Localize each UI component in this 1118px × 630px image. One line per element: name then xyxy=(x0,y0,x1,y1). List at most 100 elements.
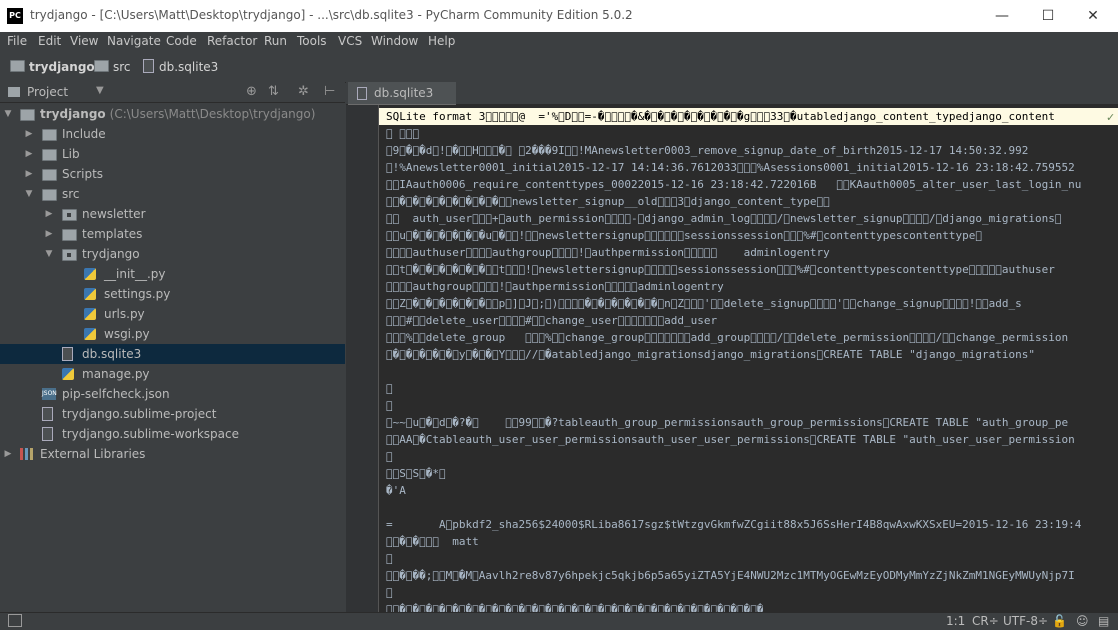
tree-item-label: pip-selfcheck.json xyxy=(62,387,170,401)
tree-item[interactable]: ▶ Lib xyxy=(0,144,345,164)
tree-item[interactable]: ▶ newsletter xyxy=(0,204,345,224)
menu-vcs[interactable]: VCS xyxy=(338,34,362,48)
code-line:   Z � � � � � �  p ] J ; )    � � � � � … xyxy=(386,297,1022,310)
code-line:  !%Anewsletter0001_initial2015-12-17 14:… xyxy=(386,161,1075,174)
database-file-icon xyxy=(143,59,154,73)
project-panel-title[interactable]: Project xyxy=(27,85,68,99)
menu-window[interactable]: Window xyxy=(371,34,418,48)
editor-tab-label: db.sqlite3 xyxy=(374,86,434,100)
breadcrumb-project[interactable]: trydjango xyxy=(10,59,95,75)
maximize-button[interactable]: ☐ xyxy=(1028,4,1068,28)
lock-icon[interactable]: 🔓 xyxy=(1052,614,1067,628)
tree-item[interactable]: ▶ External Libraries xyxy=(0,444,345,464)
locate-file-icon[interactable]: ⊕ xyxy=(246,84,257,99)
menu-tools[interactable]: Tools xyxy=(297,34,327,48)
python-file-icon xyxy=(84,288,96,300)
folder-icon xyxy=(62,229,77,241)
menu-help[interactable]: Help xyxy=(428,34,455,48)
project-icon xyxy=(8,87,20,97)
close-button[interactable]: ✕ xyxy=(1073,4,1113,28)
file-encoding[interactable]: UTF-8÷ xyxy=(1003,614,1048,628)
expand-arrow-icon[interactable]: ▼ xyxy=(24,184,34,204)
expand-arrow-icon[interactable]: ▼ xyxy=(44,244,54,264)
tree-item[interactable]: ▶ Scripts xyxy=(0,164,345,184)
event-log-icon[interactable]: ▤ xyxy=(1098,614,1109,628)
collapse-arrow-icon[interactable]: ▶ xyxy=(3,444,13,464)
python-file-icon xyxy=(62,368,74,380)
tree-item[interactable]: ▶ Include xyxy=(0,124,345,144)
gear-icon[interactable]: ✲ xyxy=(298,84,309,99)
folder-icon xyxy=(42,129,57,141)
tree-item[interactable]: ▼ trydjango (C:\Users\Matt\Desktop\trydjan… xyxy=(0,104,345,124)
tree-item[interactable]: trydjango.sublime-project xyxy=(0,404,345,424)
title-bar: PC trydjango - [C:\Users\Matt\Desktop\tr… xyxy=(0,0,1118,32)
tree-item[interactable]: ▼ trydjango xyxy=(0,244,345,264)
code-line:   xyxy=(386,399,393,412)
folder-icon xyxy=(42,189,57,201)
tree-item[interactable]: wsgi.py xyxy=(0,324,345,344)
editor-tab-bar: db.sqlite3 xyxy=(346,82,1118,106)
hide-panel-icon[interactable]: ⊢ xyxy=(324,84,335,99)
editor-content[interactable]: SQLite format 3  @ ='% D  =-�    �&� … xyxy=(346,105,1118,612)
code-line:   AA �Ctableauth_user_user_permissionsau… xyxy=(386,433,1075,446)
tree-item[interactable]: urls.py xyxy=(0,304,345,324)
code-line:  � � � � � y � � Y   // �atabledjango_mi… xyxy=(386,348,1036,361)
collapse-arrow-icon[interactable]: ▶ xyxy=(24,144,34,164)
tree-item[interactable]: trydjango.sublime-workspace xyxy=(0,424,345,444)
menu-run[interactable]: Run xyxy=(264,34,287,48)
text-file-icon xyxy=(42,407,53,421)
code-line:   xyxy=(386,450,393,463)
code-line:   � � � � � � � �  newsletter_signup__ol… xyxy=(386,195,830,208)
collapse-arrow-icon[interactable]: ▶ xyxy=(24,164,34,184)
code-line:    auth_user   + auth_permission    - dj… xyxy=(386,212,1062,225)
tree-item[interactable]: ▼ src xyxy=(0,184,345,204)
menu-edit[interactable]: Edit xyxy=(38,34,61,48)
tree-item[interactable]: JSON pip-selfcheck.json xyxy=(0,384,345,404)
folder-icon xyxy=(10,60,25,72)
inspector-icon[interactable]: ☺ xyxy=(1076,614,1089,628)
code-line: = A pbkdf2_sha256$24000$RLiba8617sgz$tWt… xyxy=(386,518,1082,531)
code-line:   � � � � � � � � � � � � � � � � � � � … xyxy=(386,603,764,612)
breadcrumb-db-file[interactable]: db.sqlite3 xyxy=(143,59,218,75)
code-line:  ~~ u � d �?�    99  �?tableauth_group_p… xyxy=(386,416,1069,429)
project-tool-window: Project ▼ ⊕ ⇅ ✲ ⊢ ▼ trydjango (C:\Users\Ma… xyxy=(0,82,345,612)
code-line: �'A xyxy=(386,484,406,497)
caret-position[interactable]: 1:1 xyxy=(946,614,965,628)
collapse-arrow-icon[interactable]: ▶ xyxy=(44,224,54,244)
project-path: (C:\Users\Matt\Desktop\trydjango) xyxy=(109,107,316,121)
expand-arrow-icon[interactable]: ▼ xyxy=(3,104,13,124)
code-line:  9 � �d ! �  H   �   2���9I  !MAnewslett… xyxy=(386,144,1029,157)
minimize-button[interactable]: — xyxy=(982,4,1022,28)
tree-item-label: Include xyxy=(62,127,106,141)
editor-tab-db-sqlite3[interactable]: db.sqlite3 xyxy=(348,82,456,106)
menu-navigate[interactable]: Navigate xyxy=(107,34,161,48)
code-line:   t � � � � � �  t   ! newslettersignup … xyxy=(386,263,1055,276)
menu-code[interactable]: Code xyxy=(166,34,197,48)
tree-item[interactable]: db.sqlite3 xyxy=(0,344,345,364)
tree-item-label: newsletter xyxy=(82,207,146,221)
window-title: trydjango - [C:\Users\Matt\Desktop\trydj… xyxy=(30,8,633,22)
collapse-arrow-icon[interactable]: ▶ xyxy=(24,124,34,144)
code-line:    %  delete_group    %  change_group   … xyxy=(386,331,1069,344)
tree-item[interactable]: ▶ templates xyxy=(0,224,345,244)
code-line:   IAauth0006_require_contenttypes_000220… xyxy=(386,178,1082,191)
tree-item[interactable]: __init__.py xyxy=(0,264,345,284)
text-file-icon xyxy=(42,427,53,441)
menu-refactor[interactable]: Refactor xyxy=(207,34,257,48)
package-icon xyxy=(62,249,77,261)
tool-windows-icon[interactable] xyxy=(8,614,22,627)
python-file-icon xyxy=(84,308,96,320)
tree-item[interactable]: manage.py xyxy=(0,364,345,384)
menu-view[interactable]: View xyxy=(70,34,98,48)
menu-file[interactable]: File xyxy=(7,34,27,48)
breadcrumb-src[interactable]: src xyxy=(94,59,131,75)
collapse-arrow-icon[interactable]: ▶ xyxy=(44,204,54,224)
chevron-down-icon[interactable]: ▼ xyxy=(96,85,104,96)
collapse-all-icon[interactable]: ⇅ xyxy=(268,84,279,99)
code-line:   � ��;  M �M Aavlh2re8v87y6hpekjc5qkjb6… xyxy=(386,569,1075,582)
file-text[interactable]: SQLite format 3  @ ='% D  =-�    �&� … xyxy=(386,108,1081,612)
tree-item[interactable]: settings.py xyxy=(0,284,345,304)
line-separator[interactable]: CR÷ xyxy=(972,614,999,628)
